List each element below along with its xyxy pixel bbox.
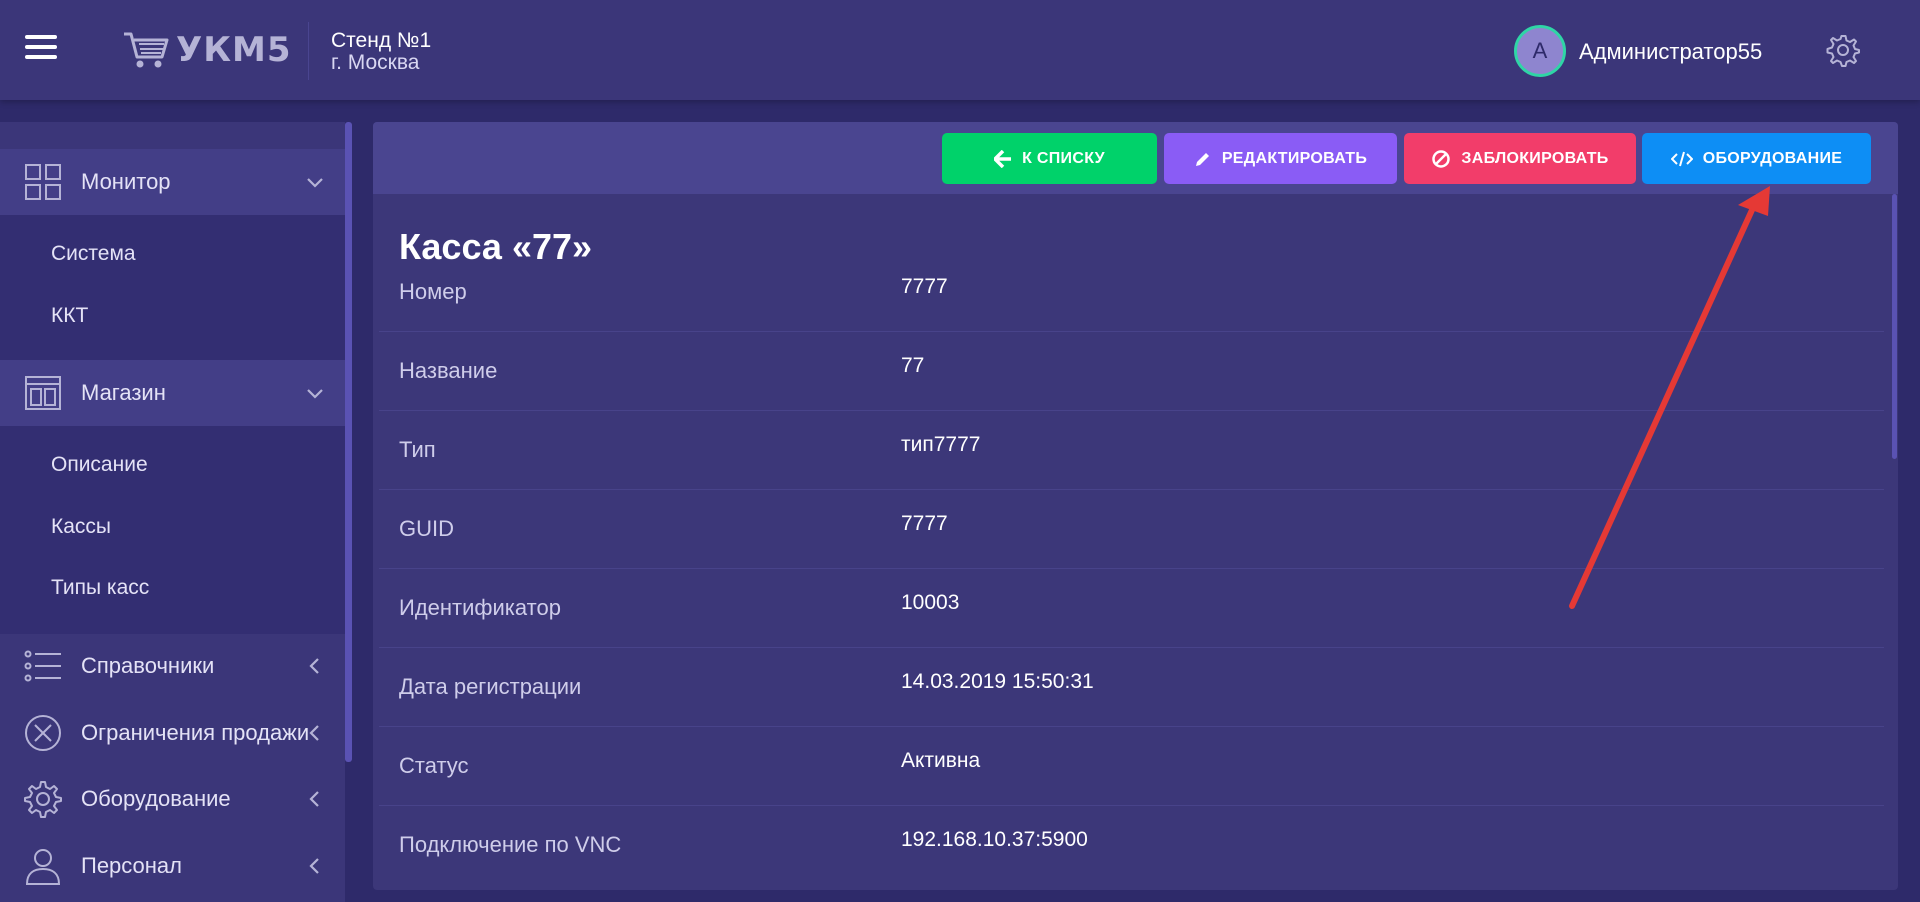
field-value: 192.168.10.37:5900 xyxy=(901,828,1088,851)
field-row: Идентификатор 10003 xyxy=(379,569,1884,648)
field-label: Номер xyxy=(399,279,467,304)
chevron-left-icon xyxy=(309,858,319,874)
field-label: Дата регистрации xyxy=(399,674,582,699)
field-row: Тип тип7777 xyxy=(379,411,1884,490)
field-label: GUID xyxy=(399,516,454,541)
avatar[interactable]: А xyxy=(1514,25,1566,77)
menu-icon[interactable] xyxy=(25,35,57,63)
chevron-left-icon xyxy=(309,791,319,807)
sidebar-group-sale-restrictions[interactable]: Ограничения продажи xyxy=(0,700,345,766)
stand-name: Стенд №1 xyxy=(331,29,432,52)
logo-text: УКМ5 xyxy=(176,30,292,70)
content-scrollbar[interactable] xyxy=(1892,194,1897,459)
chevron-down-icon xyxy=(307,389,323,399)
field-label: Название xyxy=(399,358,498,383)
cart-icon xyxy=(124,32,169,68)
edit-button[interactable]: РЕДАКТИРОВАТЬ xyxy=(1164,133,1397,184)
arrow-left-icon xyxy=(994,149,1012,168)
card-content: Касса «77» Номер 7777 Название 77 Тип ти… xyxy=(373,194,1898,890)
field-value: 7777 xyxy=(901,275,948,298)
sidebar-item-cash-registers[interactable]: Кассы xyxy=(51,515,111,539)
back-to-list-button[interactable]: К СПИСКУ xyxy=(942,133,1157,184)
block-button[interactable]: ЗАБЛОКИРОВАТЬ xyxy=(1404,133,1636,184)
sidebar-scrollbar[interactable] xyxy=(345,122,352,762)
stand-info: Стенд №1 г. Москва xyxy=(331,30,431,74)
sidebar-group-references[interactable]: Справочники xyxy=(0,633,345,699)
sidebar-item-description[interactable]: Описание xyxy=(51,453,148,477)
field-label: Тип xyxy=(399,437,436,462)
field-value: 10003 xyxy=(901,591,960,614)
field-row: GUID 7777 xyxy=(379,490,1884,569)
sidebar: Монитор Система ККТ Магазин Описание Кас… xyxy=(0,122,345,902)
sidebar-submenu-shop: Описание Кассы Типы касс xyxy=(0,426,345,634)
field-value: Активна xyxy=(901,749,981,772)
list-icon xyxy=(24,650,61,682)
chevron-left-icon xyxy=(309,725,319,741)
back-to-list-label: К СПИСКУ xyxy=(1022,149,1105,167)
sidebar-submenu-monitor: Система ККТ xyxy=(0,215,345,360)
sidebar-item-kkt[interactable]: ККТ xyxy=(51,304,88,328)
sidebar-group-label: Ограничения продажи xyxy=(81,720,310,745)
user-icon xyxy=(25,849,61,885)
register-card-panel: К СПИСКУ РЕДАКТИРОВАТЬ ЗАБЛОКИРОВАТЬ ОБО… xyxy=(373,122,1898,890)
sidebar-group-staff[interactable]: Персонал xyxy=(0,833,345,899)
field-label: Статус xyxy=(399,753,469,778)
field-row: Номер 7777 xyxy=(379,253,1884,332)
sidebar-item-system[interactable]: Система xyxy=(51,242,136,266)
field-row: Статус Активна xyxy=(379,727,1884,806)
field-value: 77 xyxy=(901,354,925,377)
field-row: Дата регистрации 14.03.2019 15:50:31 xyxy=(379,648,1884,727)
sidebar-group-label: Оборудование xyxy=(81,786,231,811)
sidebar-group-label: Справочники xyxy=(81,653,215,678)
top-header: УКМ5 Стенд №1 г. Москва А Администратор5… xyxy=(0,0,1920,100)
avatar-letter: А xyxy=(1532,38,1548,63)
block-label: ЗАБЛОКИРОВАТЬ xyxy=(1461,149,1609,167)
edit-label: РЕДАКТИРОВАТЬ xyxy=(1221,149,1368,167)
grid-icon xyxy=(25,164,61,200)
field-label: Идентификатор xyxy=(399,595,561,620)
field-label: Подключение по VNC xyxy=(399,832,622,857)
pencil-icon xyxy=(1195,152,1209,166)
field-value: 14.03.2019 15:50:31 xyxy=(901,670,1094,693)
field-value: тип7777 xyxy=(901,433,981,456)
field-row: Название 77 xyxy=(379,332,1884,411)
card-toolbar: К СПИСКУ РЕДАКТИРОВАТЬ ЗАБЛОКИРОВАТЬ ОБО… xyxy=(373,122,1898,194)
sidebar-item-register-types[interactable]: Типы касс xyxy=(51,576,149,600)
sidebar-group-label: Магазин xyxy=(81,380,166,405)
sidebar-group-label: Монитор xyxy=(81,169,171,194)
app-logo[interactable]: УКМ5 xyxy=(122,28,292,72)
code-icon xyxy=(1670,151,1693,166)
gear-icon[interactable] xyxy=(1826,33,1860,67)
ban-icon xyxy=(1432,149,1451,168)
field-value: 7777 xyxy=(901,512,948,535)
sidebar-group-shop[interactable]: Магазин xyxy=(0,360,345,426)
chevron-down-icon xyxy=(307,178,323,188)
sidebar-group-label: Персонал xyxy=(81,853,182,878)
field-row: Подключение по VNC 192.168.10.37:5900 xyxy=(379,806,1884,885)
username[interactable]: Администратор55 xyxy=(1579,39,1762,65)
stand-city: г. Москва xyxy=(331,51,420,74)
sidebar-group-monitor[interactable]: Монитор xyxy=(0,149,345,215)
chevron-left-icon xyxy=(309,658,319,674)
cross-circle-icon xyxy=(25,715,61,751)
header-divider xyxy=(308,22,309,80)
equipment-button[interactable]: ОБОРУДОВАНИЕ xyxy=(1642,133,1871,184)
equipment-label: ОБОРУДОВАНИЕ xyxy=(1702,149,1843,167)
gear-icon xyxy=(24,781,62,818)
window-icon xyxy=(25,376,61,410)
sidebar-group-equipment[interactable]: Оборудование xyxy=(0,766,345,832)
